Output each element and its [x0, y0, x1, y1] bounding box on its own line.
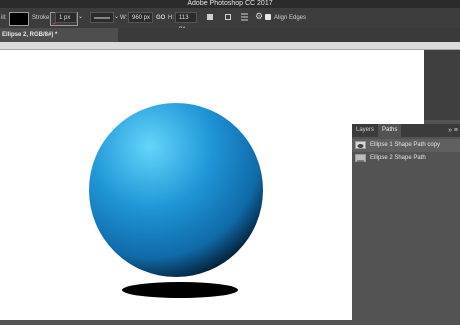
- ellipse-thumb-icon: [357, 160, 364, 162]
- document-tab-bar: Ellipse 2, RGB/8#) *: [0, 28, 460, 42]
- tab-layers[interactable]: Layers: [352, 124, 378, 137]
- stroke-label: Stroke:: [32, 15, 52, 21]
- height-field[interactable]: 113 px: [175, 12, 197, 32]
- paths-panel: Layers Paths » ≡ Ellipse 1 Shape Path co…: [352, 124, 460, 320]
- path-row[interactable]: Ellipse 1 Shape Path copy: [352, 139, 460, 152]
- path-thumbnail: [355, 154, 366, 162]
- fill-label: ill:: [1, 15, 7, 21]
- document-tab[interactable]: Ellipse 2, RGB/8#) *: [0, 28, 118, 42]
- stroke-type-dropdown[interactable]: [90, 12, 114, 23]
- blue-sphere[interactable]: [89, 103, 263, 277]
- panel-tab-bar: Layers Paths » ≡: [352, 124, 460, 137]
- height-label: H:: [168, 15, 174, 21]
- document-tab-title: Ellipse 2, RGB/8#) *: [2, 32, 58, 38]
- align-edges-checkbox[interactable]: [265, 14, 271, 20]
- width-field[interactable]: 960 px: [128, 12, 153, 23]
- chevron-down-icon[interactable]: ⌄: [114, 13, 119, 20]
- link-icon[interactable]: GO: [156, 8, 165, 28]
- horizontal-ruler: [0, 42, 460, 55]
- panel-menu-icon[interactable]: » ≡: [448, 124, 458, 137]
- align-edges-label: Align Edges: [274, 15, 307, 21]
- stroke-line-icon: [94, 17, 110, 19]
- path-row[interactable]: Ellipse 2 Shape Path: [352, 152, 460, 165]
- path-name: Ellipse 2 Shape Path: [370, 155, 426, 161]
- path-thumbnail: [355, 141, 366, 149]
- panel-dock-area: [424, 50, 460, 120]
- path-alignment-icon[interactable]: [225, 14, 231, 20]
- sphere-shadow[interactable]: [122, 282, 238, 298]
- gear-icon[interactable]: ⚙: [255, 11, 263, 22]
- width-label: W:: [120, 15, 128, 21]
- options-bar: ill: Stroke: 1 px ⌄ ⌄ W: 960 px GO H: 11…: [0, 8, 460, 32]
- app-title: Adobe Photoshop CC 2017: [187, 0, 273, 7]
- fill-swatch[interactable]: [9, 12, 29, 26]
- chevron-down-icon[interactable]: ⌄: [78, 13, 83, 20]
- tab-paths[interactable]: Paths: [378, 124, 402, 137]
- path-operations-icon[interactable]: [207, 14, 213, 20]
- path-arrangement-icon[interactable]: [241, 13, 248, 21]
- title-bar: Adobe Photoshop CC 2017: [0, 0, 460, 8]
- path-name: Ellipse 1 Shape Path copy: [370, 142, 441, 148]
- stroke-width-field[interactable]: 1 px: [55, 12, 77, 23]
- ellipse-thumb-icon: [357, 144, 364, 148]
